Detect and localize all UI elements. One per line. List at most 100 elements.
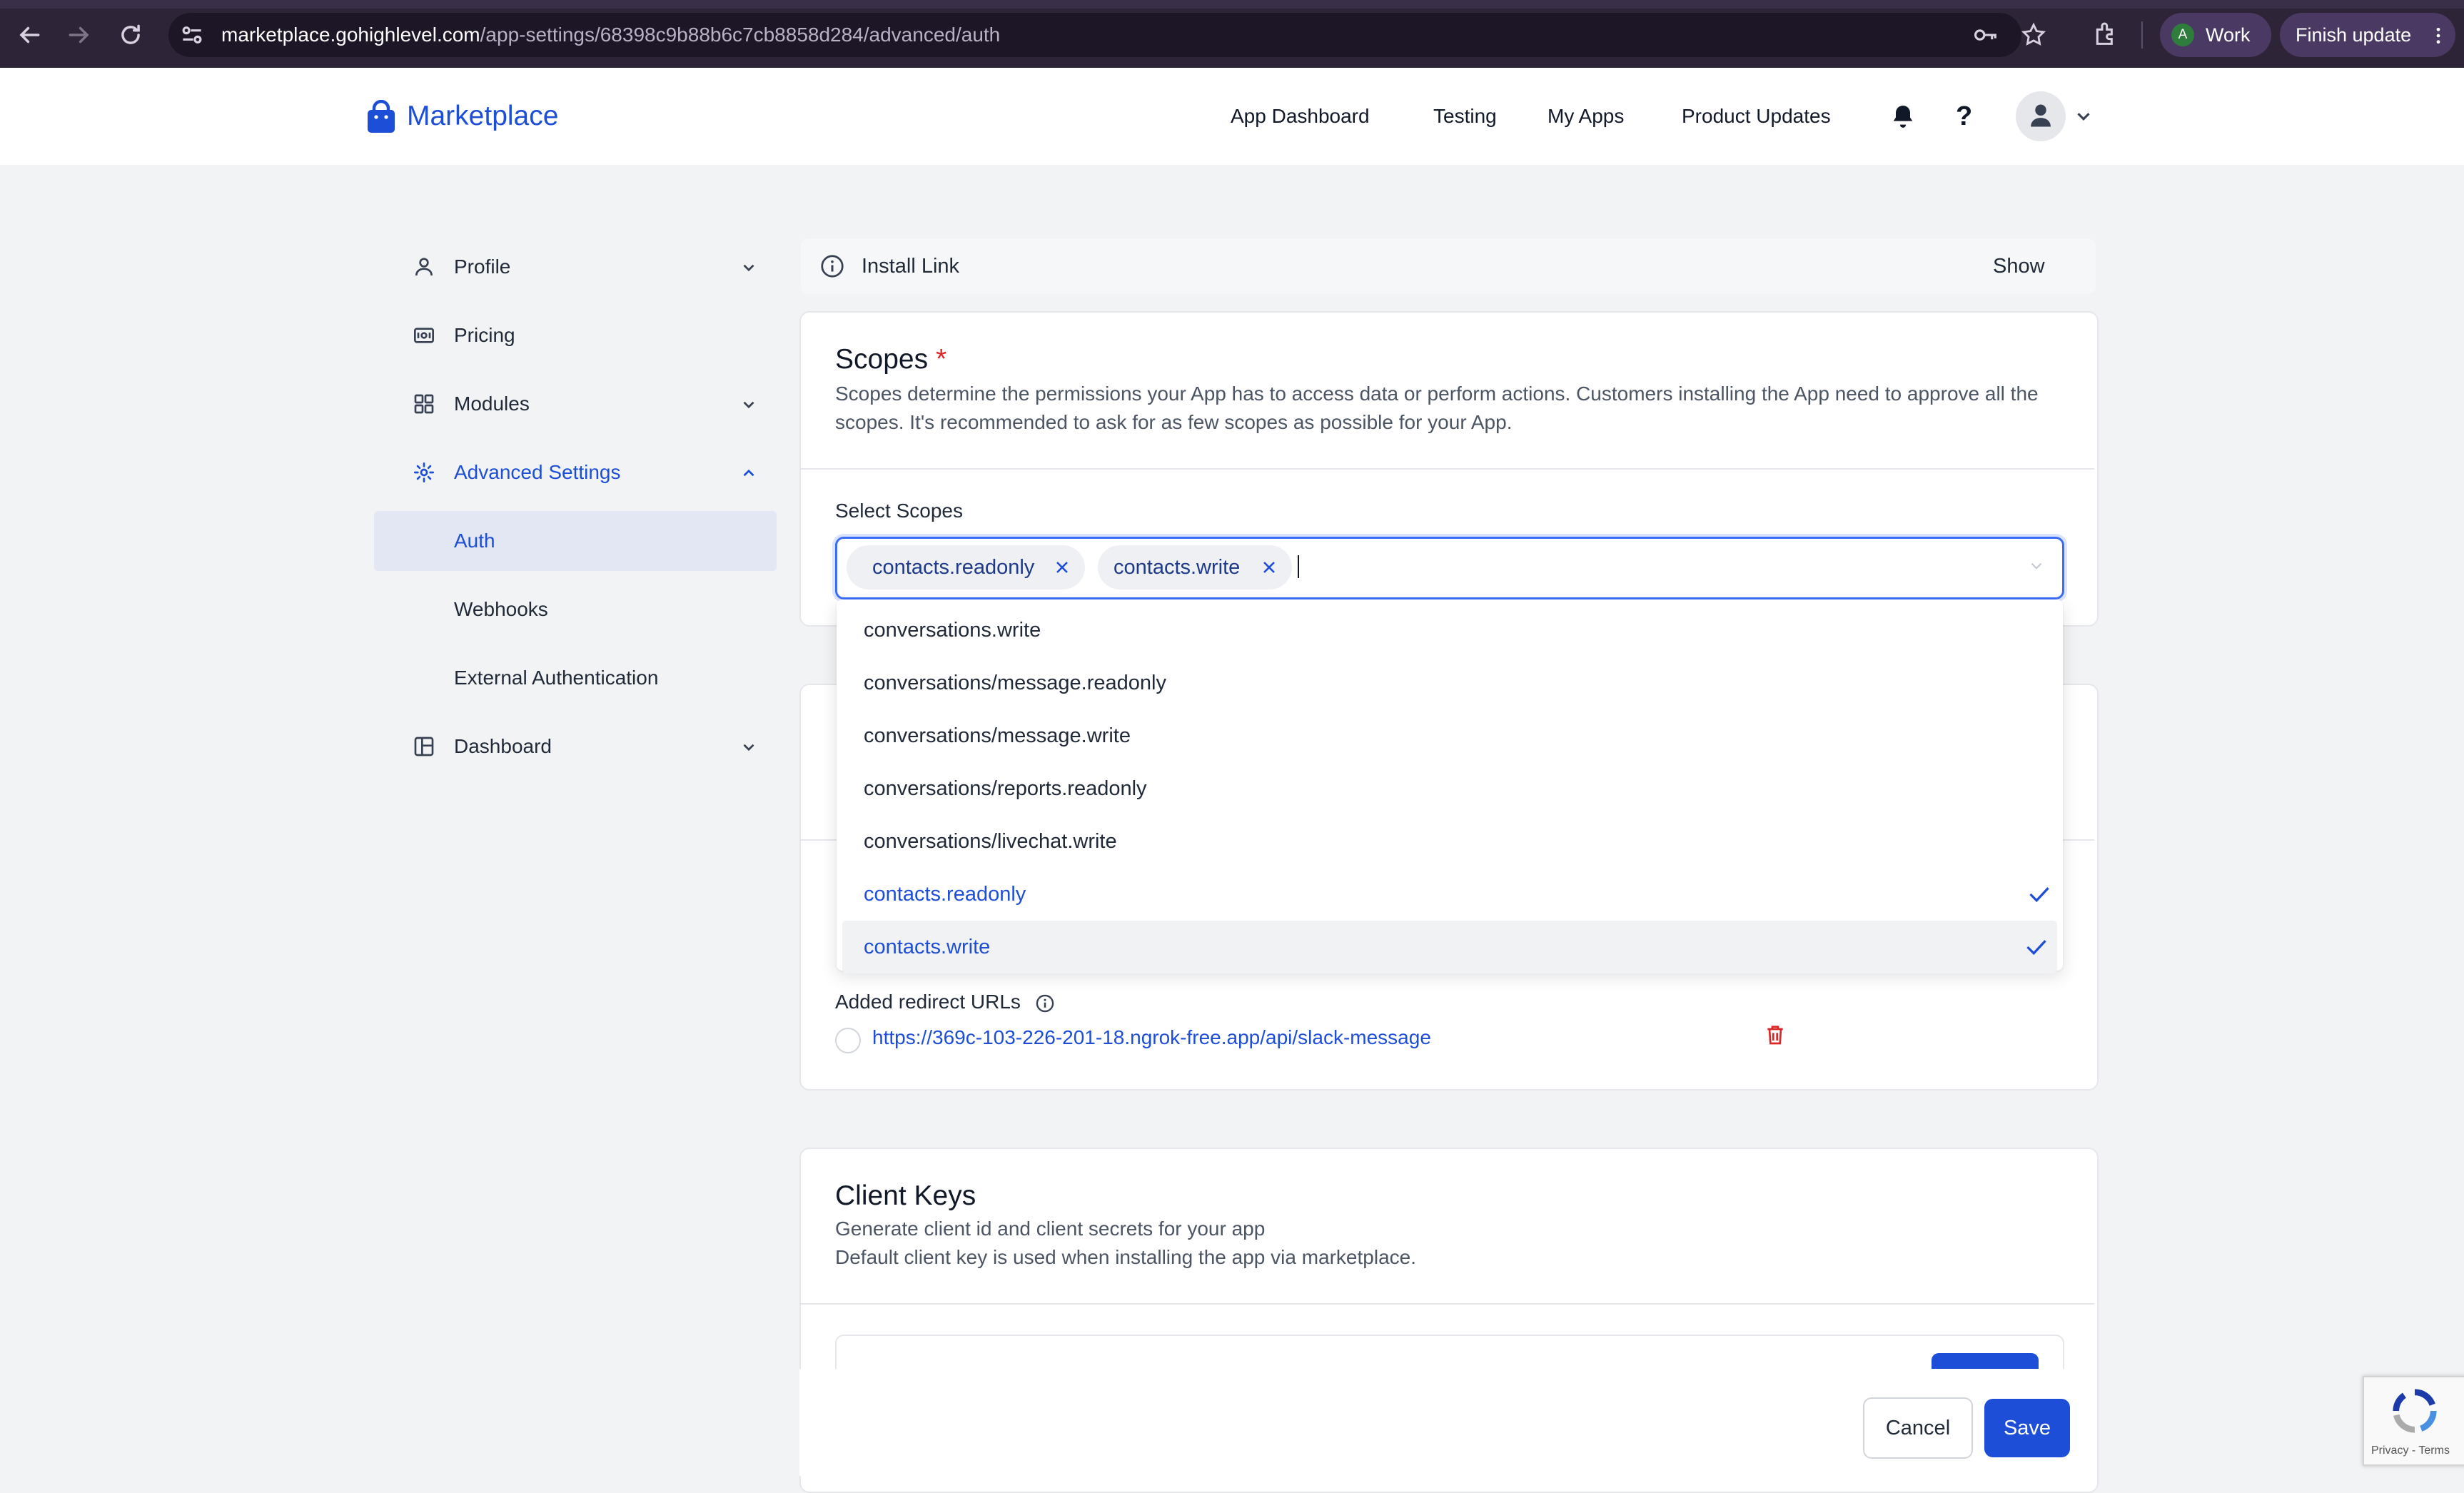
reload-icon[interactable]: [117, 21, 144, 49]
url-host: marketplace.gohighlevel.com: [221, 24, 480, 46]
profile-chip[interactable]: A Work: [2160, 13, 2271, 57]
brand-name[interactable]: Marketplace: [407, 68, 558, 165]
scope-tag-label: contacts.readonly: [872, 555, 1035, 579]
scope-tag-label: contacts.write: [1114, 555, 1241, 579]
sidebar-item-profile[interactable]: Profile: [374, 237, 777, 297]
sidebar-item-modules[interactable]: Modules: [374, 374, 777, 434]
sidebar-item-label: Webhooks: [454, 598, 548, 620]
nav-product-updates[interactable]: Product Updates: [1682, 68, 1831, 165]
info-icon: [819, 253, 845, 279]
cancel-button[interactable]: Cancel: [1863, 1397, 1973, 1459]
marketplace-bag-icon: [365, 100, 397, 134]
save-button[interactable]: Save: [1984, 1399, 2070, 1457]
scope-option-contacts-write[interactable]: contacts.write: [842, 921, 2057, 973]
profile-avatar: A: [2171, 24, 2194, 46]
scopes-title-text: Scopes: [835, 344, 929, 375]
chevron-down-icon: [739, 395, 758, 414]
recaptcha-terms-link[interactable]: Terms: [2418, 1444, 2450, 1457]
sidebar-item-pricing[interactable]: Pricing: [374, 305, 777, 365]
install-link-label: Install Link: [862, 255, 960, 278]
browser-tab-strip: [0, 0, 2464, 9]
recaptcha-logo-icon: [2390, 1386, 2440, 1436]
user-icon: [413, 255, 435, 278]
card-divider: [801, 1303, 2094, 1305]
scope-option-conversations-livechat-write[interactable]: conversations/livechat.write: [839, 815, 2063, 868]
address-url: marketplace.gohighlevel.com/app-settings…: [221, 13, 1000, 57]
extensions-icon[interactable]: [2091, 20, 2120, 49]
delete-trash-icon[interactable]: [1764, 1023, 1786, 1046]
select-scopes-label: Select Scopes: [835, 500, 963, 522]
option-label: conversations/livechat.write: [864, 830, 1117, 853]
install-link-bar: [801, 238, 2096, 294]
toolbar-divider: [2141, 21, 2143, 49]
nav-my-apps[interactable]: My Apps: [1547, 68, 1624, 165]
grid-icon: [413, 393, 435, 415]
redirect-urls-label-text: Added redirect URLs: [835, 991, 1021, 1013]
required-mark: *: [935, 344, 947, 375]
sidebar-item-label: Modules: [454, 393, 530, 415]
redirect-url-radio[interactable]: [835, 1028, 861, 1053]
bookmark-star-icon[interactable]: [2020, 21, 2047, 49]
text-cursor: [1298, 555, 1299, 578]
client-keys-title: Client Keys: [835, 1180, 976, 1211]
account-chevron-down-icon[interactable]: [2073, 106, 2094, 127]
user-avatar[interactable]: [2016, 91, 2066, 141]
scope-tag-contacts-readonly: contacts.readonly: [847, 545, 1085, 589]
finish-update-button[interactable]: Finish update: [2280, 13, 2455, 57]
redirect-info-icon: [1035, 993, 1055, 1013]
scope-option-conversations-reports-readonly[interactable]: conversations/reports.readonly: [839, 762, 2063, 815]
checkmark-icon: [2026, 938, 2047, 956]
checkmark-icon: [2029, 885, 2050, 904]
more-vert-icon: [2434, 26, 2443, 45]
recaptcha-separator: -: [2408, 1444, 2419, 1457]
scopes-divider: [801, 468, 2094, 470]
sidebar-item-label: Profile: [454, 255, 511, 278]
help-icon[interactable]: ?: [1956, 68, 1972, 165]
url-path: /app-settings/68398c9b88b6c7cb8858d284/a…: [480, 24, 1001, 46]
chevron-up-icon: [739, 464, 758, 482]
option-label: contacts.write: [864, 936, 991, 958]
scope-option-conversations-write[interactable]: conversations.write: [839, 604, 2063, 657]
sidebar-item-label: Dashboard: [454, 735, 552, 757]
option-label: conversations/message.readonly: [864, 672, 1166, 694]
option-label: conversations/reports.readonly: [864, 777, 1147, 800]
scopes-description: Scopes determine the permissions your Ap…: [835, 383, 2039, 433]
back-icon[interactable]: [16, 21, 43, 49]
scope-option-conversations-message-write[interactable]: conversations/message.write: [839, 709, 2063, 762]
profile-label: Work: [2206, 24, 2251, 46]
sidebar-item-webhooks[interactable]: Webhooks: [374, 580, 777, 639]
scope-option-conversations-message-readonly[interactable]: conversations/message.readonly: [839, 657, 2063, 709]
redirect-url-link[interactable]: https://369c-103-226-201-18.ngrok-free.a…: [872, 1026, 1431, 1049]
gear-icon: [413, 461, 435, 484]
remove-tag-icon[interactable]: [1261, 559, 1278, 576]
dashboard-icon: [413, 735, 435, 758]
finish-update-label: Finish update: [2296, 24, 2412, 46]
sidebar-item-label: External Authentication: [454, 667, 659, 689]
sidebar-item-label: Pricing: [454, 324, 515, 346]
sidebar-item-label: Auth: [454, 530, 495, 552]
redirect-urls-label: Added redirect URLs: [835, 991, 1021, 1013]
site-settings-icon[interactable]: [178, 21, 206, 49]
recaptcha-badge[interactable]: Privacy - Terms: [2363, 1376, 2464, 1466]
chevron-down-icon: [739, 738, 758, 756]
notification-bell-icon[interactable]: [1889, 102, 1917, 131]
sidebar-item-advanced-settings[interactable]: Advanced Settings: [374, 442, 777, 502]
sidebar-item-auth[interactable]: Auth: [374, 511, 777, 571]
client-keys-description-1: Generate client id and client secrets fo…: [835, 1218, 1266, 1240]
password-key-icon[interactable]: [1973, 23, 2000, 47]
sidebar-item-external-authentication[interactable]: External Authentication: [374, 648, 777, 708]
scope-option-contacts-readonly[interactable]: contacts.readonly: [839, 868, 2063, 921]
pricing-icon: [413, 324, 435, 347]
scopes-title: Scopes *: [835, 344, 946, 375]
option-label: contacts.readonly: [864, 883, 1026, 906]
sidebar-item-dashboard[interactable]: Dashboard: [374, 717, 777, 776]
option-label: conversations/message.write: [864, 724, 1131, 747]
install-link-show-button[interactable]: Show: [1993, 238, 2045, 294]
forward-icon[interactable]: [66, 21, 93, 49]
nav-testing[interactable]: Testing: [1433, 68, 1497, 165]
select-chevron-down-icon[interactable]: [2027, 557, 2046, 575]
nav-app-dashboard[interactable]: App Dashboard: [1231, 68, 1370, 165]
remove-tag-icon[interactable]: [1054, 559, 1071, 576]
option-label: conversations.write: [864, 619, 1041, 642]
recaptcha-privacy-link[interactable]: Privacy: [2371, 1444, 2408, 1457]
